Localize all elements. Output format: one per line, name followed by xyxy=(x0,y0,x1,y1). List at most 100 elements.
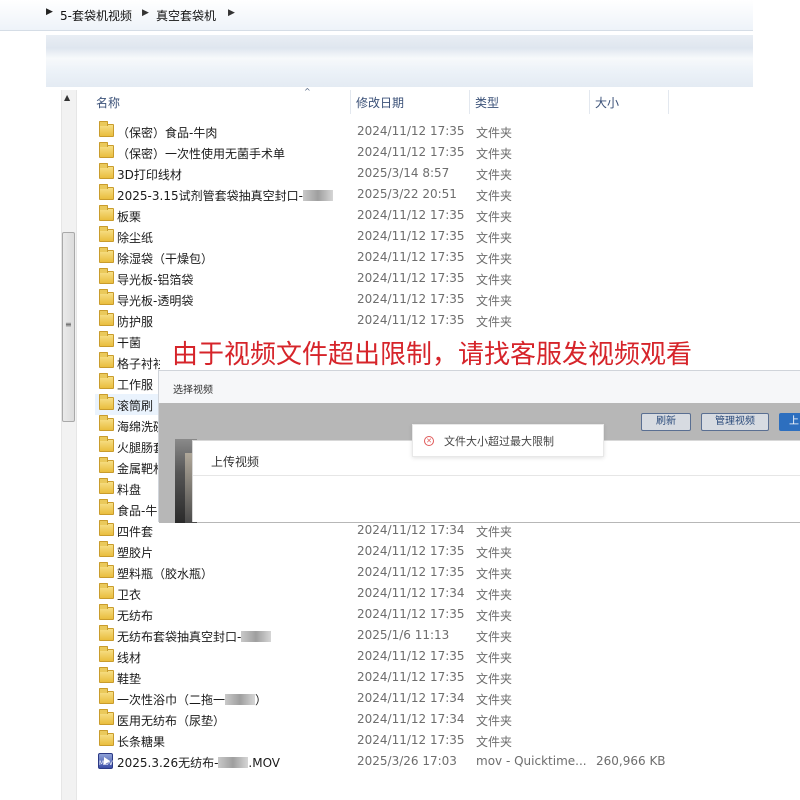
column-divider[interactable] xyxy=(668,90,669,114)
file-name: 食品-牛 xyxy=(117,502,157,519)
file-name-text: 无纺布套袋抽真空封口- xyxy=(117,630,242,644)
folder-icon xyxy=(99,478,114,494)
folder-icon xyxy=(99,667,114,683)
folder-icon xyxy=(99,730,114,746)
folder-icon xyxy=(99,562,114,578)
file-date: 2024/11/12 17:34 xyxy=(357,586,465,600)
file-date: 2024/11/12 17:35 xyxy=(357,145,465,159)
file-type: 文件夹 xyxy=(476,546,513,560)
file-name: 干菌 xyxy=(117,334,141,351)
folder-icon xyxy=(99,121,114,137)
file-date: 2025/3/26 17:03 xyxy=(357,754,457,768)
column-header-size[interactable]: 大小 xyxy=(595,94,619,111)
folder-icon xyxy=(99,394,114,410)
file-type: 文件夹 xyxy=(476,651,513,665)
file-row[interactable]: 线材 2024/11/12 17:35 文件夹 xyxy=(95,646,753,667)
file-name: 除尘纸 xyxy=(117,229,153,246)
file-row[interactable]: 板栗 2024/11/12 17:35 文件夹 xyxy=(95,205,753,226)
file-size: 260,966 KB xyxy=(596,754,666,768)
column-divider[interactable] xyxy=(589,90,590,114)
column-header-date[interactable]: 修改日期 xyxy=(356,94,404,111)
file-row[interactable]: 塑胶片 2024/11/12 17:35 文件夹 xyxy=(95,541,753,562)
column-header-type[interactable]: 类型 xyxy=(475,94,499,111)
file-row[interactable]: 卫衣 2024/11/12 17:34 文件夹 xyxy=(95,583,753,604)
notice-banner: 由于视频文件超出限制，请找客服发视频观看 xyxy=(160,332,800,370)
file-row[interactable]: （保密）一次性使用无菌手术单 2024/11/12 17:35 文件夹 xyxy=(95,142,753,163)
file-name-text: 无纺布 xyxy=(117,609,154,623)
file-name-text: 3D打印线材 xyxy=(117,168,182,182)
folder-icon xyxy=(99,541,114,557)
file-row[interactable]: 无纺布套袋抽真空封口- 2025/1/6 11:13 文件夹 xyxy=(95,625,753,646)
file-name: 塑料瓶（胶水瓶） xyxy=(117,565,213,582)
column-divider[interactable] xyxy=(469,90,470,114)
breadcrumb-chevron-icon[interactable]: ▶ xyxy=(142,8,149,18)
manage-video-button[interactable]: 管理视频 xyxy=(701,413,769,431)
file-type: 文件夹 xyxy=(476,588,513,602)
folder-icon xyxy=(99,709,114,725)
notice-banner-text: 由于视频文件超出限制，请找客服发视频观看 xyxy=(172,340,693,370)
file-name-text: 卫衣 xyxy=(117,588,142,602)
file-type: 文件夹 xyxy=(476,735,513,749)
breadcrumb-item[interactable]: 5-套袋机视频 xyxy=(60,7,132,24)
file-name: 四件套 xyxy=(117,523,153,540)
file-row[interactable]: 塑料瓶（胶水瓶） 2024/11/12 17:35 文件夹 xyxy=(95,562,753,583)
folder-icon xyxy=(99,583,114,599)
file-date: 2024/11/12 17:34 xyxy=(357,691,465,705)
file-row[interactable]: 除尘纸 2024/11/12 17:35 文件夹 xyxy=(95,226,753,247)
file-row[interactable]: 鞋垫 2024/11/12 17:35 文件夹 xyxy=(95,667,753,688)
file-row[interactable]: 导光板-铝箔袋 2024/11/12 17:35 文件夹 xyxy=(95,268,753,289)
file-type: 文件夹 xyxy=(476,567,513,581)
file-row[interactable]: 医用无纺布（尿垫） 2024/11/12 17:34 文件夹 xyxy=(95,709,753,730)
breadcrumb-left-arrow-icon[interactable]: ▶ xyxy=(46,7,53,17)
file-name: 长条糖果 xyxy=(117,733,165,750)
scroll-up-icon[interactable]: ▲ xyxy=(64,93,70,102)
refresh-button[interactable]: 刷新 xyxy=(641,413,691,431)
file-date: 2024/11/12 17:35 xyxy=(357,565,465,579)
file-row[interactable]: 防护服 2024/11/12 17:35 文件夹 xyxy=(95,310,753,331)
file-row[interactable]: 无纺布 2024/11/12 17:35 文件夹 xyxy=(95,604,753,625)
file-name-text: 干菌 xyxy=(117,336,142,350)
file-name: 防护服 xyxy=(117,313,153,330)
redaction-mark xyxy=(225,694,256,705)
breadcrumb-chevron-icon[interactable]: ▶ xyxy=(228,8,235,18)
file-row[interactable]: 一次性浴巾（二拖一 ） 2024/11/12 17:34 文件夹 xyxy=(95,688,753,709)
upload-button[interactable]: 上 xyxy=(779,413,800,431)
address-bar[interactable]: ▶ 5-套袋机视频 ▶ 真空套袋机 ▶ xyxy=(0,0,753,31)
column-header-row: ^ 名称 修改日期 类型 大小 xyxy=(88,87,753,114)
file-row[interactable]: 2025-3.15试剂管套袋抽真空封口- 2025/3/22 20:51 文件夹 xyxy=(95,184,753,205)
file-type: 文件夹 xyxy=(476,525,513,539)
file-name: （保密）食品-牛肉 xyxy=(117,124,217,141)
folder-icon xyxy=(99,163,114,179)
file-name: 卫衣 xyxy=(117,586,141,603)
file-name: 线材 xyxy=(117,649,141,666)
file-row[interactable]: 导光板-透明袋 2024/11/12 17:35 文件夹 xyxy=(95,289,753,310)
folder-icon xyxy=(99,604,114,620)
file-name: 除湿袋（干燥包） xyxy=(117,250,213,267)
folder-icon xyxy=(99,289,114,305)
column-header-name[interactable]: 名称 xyxy=(96,94,120,111)
file-name-text: 防护服 xyxy=(117,315,154,329)
scroll-grip-icon: ≡ xyxy=(65,320,72,329)
file-name-text: 长条糖果 xyxy=(117,735,166,749)
file-row[interactable]: MOV 2025.3.26无纺布- .MOV 2025/3/26 17:03 mov -… xyxy=(95,751,753,772)
file-date: 2024/11/12 17:34 xyxy=(357,712,465,726)
file-type: 文件夹 xyxy=(476,630,513,644)
toolbar-band xyxy=(46,35,753,87)
folder-icon xyxy=(99,415,114,431)
file-name: 板栗 xyxy=(117,208,141,225)
file-row[interactable]: 3D打印线材 2025/3/14 8:57 文件夹 xyxy=(95,163,753,184)
file-row[interactable]: 四件套 2024/11/12 17:34 文件夹 xyxy=(95,520,753,541)
file-row[interactable]: 长条糖果 2024/11/12 17:35 文件夹 xyxy=(95,730,753,751)
column-divider[interactable] xyxy=(350,90,351,114)
folder-icon xyxy=(99,520,114,536)
video-file-icon: MOV xyxy=(98,753,113,769)
file-type: 文件夹 xyxy=(476,126,513,140)
vertical-scrollbar[interactable] xyxy=(61,90,77,800)
file-row[interactable]: （保密）食品-牛肉 2024/11/12 17:35 文件夹 xyxy=(95,121,753,142)
file-type: 文件夹 xyxy=(476,147,513,161)
file-type: 文件夹 xyxy=(476,252,513,266)
file-row[interactable]: 除湿袋（干燥包） 2024/11/12 17:35 文件夹 xyxy=(95,247,753,268)
file-name-text: 导光板-铝箔袋 xyxy=(117,273,194,287)
breadcrumb-item[interactable]: 真空套袋机 xyxy=(156,7,216,24)
sort-ascending-icon: ^ xyxy=(304,87,311,96)
